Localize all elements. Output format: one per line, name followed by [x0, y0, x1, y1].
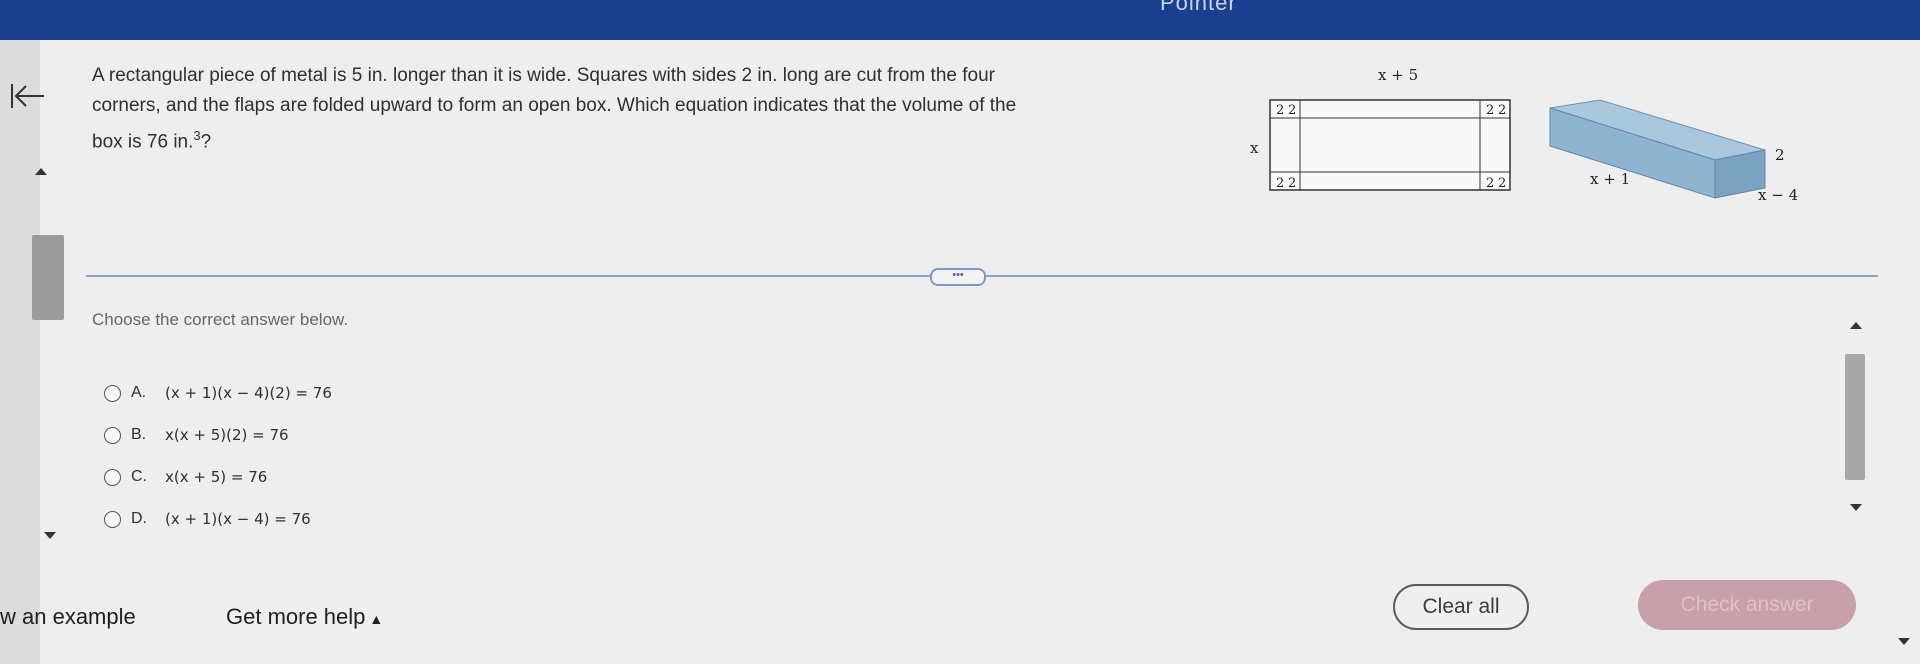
box-diagram-svg: x + 5 x 2 2 2 2 2 2 2 2 x + 1 2 x − 4: [1250, 66, 1798, 204]
radio-button-icon[interactable]: [104, 468, 121, 486]
left-scroll-down-icon[interactable]: [44, 532, 56, 539]
right-scrollbar-thumb[interactable]: [1845, 354, 1865, 480]
corner-scroll-down-icon[interactable]: [1898, 638, 1910, 645]
option-a[interactable]: A. (x + 1)(x − 4)(2) = 76: [104, 372, 332, 414]
question-line-3: box is 76 in.3?: [92, 121, 1182, 157]
side-label: x: [1250, 139, 1259, 157]
question-text: A rectangular piece of metal is 5 in. lo…: [92, 61, 1182, 157]
get-more-help-link[interactable]: Get more help ▲: [226, 604, 383, 630]
box-length-label: x + 1: [1590, 170, 1630, 188]
corner-label-tr2: 2: [1498, 103, 1506, 118]
corner-label-tl: 2: [1276, 103, 1284, 118]
question-mark: ?: [200, 131, 212, 153]
radio-button-icon[interactable]: [104, 384, 121, 402]
option-equation: x(x + 5) = 76: [165, 468, 268, 486]
question-line-2: corners, and the flaps are folded upward…: [92, 95, 1017, 116]
option-equation: (x + 1)(x − 4) = 76: [165, 510, 311, 528]
option-d[interactable]: D. (x + 1)(x − 4) = 76: [104, 498, 332, 540]
option-b[interactable]: B. x(x + 5)(2) = 76: [104, 414, 332, 456]
option-equation: (x + 1)(x − 4)(2) = 76: [165, 384, 332, 402]
top-bar-title: Pointer: [1160, 0, 1237, 15]
right-scroll-down-icon[interactable]: [1850, 504, 1862, 511]
corner-label-br: 2: [1486, 176, 1494, 191]
corner-label-br2: 2: [1498, 176, 1506, 191]
option-letter: C.: [131, 468, 147, 485]
option-equation: x(x + 5)(2) = 76: [165, 426, 289, 444]
question-line-3-text: box is 76 in.: [92, 131, 194, 153]
check-answer-button[interactable]: Check answer: [1638, 580, 1856, 630]
answer-prompt: Choose the correct answer below.: [92, 310, 349, 329]
question-line-1: A rectangular piece of metal is 5 in. lo…: [92, 65, 995, 86]
option-letter: B.: [131, 426, 147, 443]
top-label: x + 5: [1378, 66, 1418, 84]
superscript-exponent: 3: [193, 128, 201, 143]
corner-label-tr: 2: [1486, 103, 1494, 118]
clear-all-button[interactable]: Clear all: [1393, 584, 1529, 630]
radio-button-icon[interactable]: [104, 426, 121, 444]
back-arrow-icon: [11, 84, 44, 108]
corner-label-bl: 2: [1276, 176, 1284, 191]
back-button[interactable]: [10, 82, 46, 110]
left-background-strip: [0, 40, 40, 664]
box-height-label: 2: [1775, 146, 1785, 164]
metal-sheet-outline: [1269, 99, 1511, 191]
expand-dots-button[interactable]: •••: [930, 268, 986, 286]
get-more-help-label: Get more help: [226, 604, 366, 629]
answer-options: A. (x + 1)(x − 4)(2) = 76 B. x(x + 5)(2)…: [104, 372, 332, 540]
option-letter: D.: [131, 510, 147, 527]
option-c[interactable]: C. x(x + 5) = 76: [104, 456, 332, 498]
radio-button-icon[interactable]: [104, 510, 121, 528]
caret-up-icon: ▲: [369, 611, 384, 627]
box-width-label: x − 4: [1758, 186, 1798, 204]
option-letter: A.: [131, 384, 147, 401]
corner-label-tl2: 2: [1288, 103, 1296, 118]
box-diagram: x + 5 x 2 2 2 2 2 2 2 2 x + 1 2 x − 4: [1230, 60, 1820, 210]
right-scroll-up-icon[interactable]: [1850, 322, 1862, 329]
view-example-link[interactable]: w an example: [0, 604, 136, 630]
top-bar: Pointer: [0, 0, 1920, 40]
left-scroll-up-icon[interactable]: [35, 168, 47, 175]
left-scrollbar-thumb[interactable]: [32, 235, 64, 320]
corner-label-bl2: 2: [1288, 176, 1296, 191]
